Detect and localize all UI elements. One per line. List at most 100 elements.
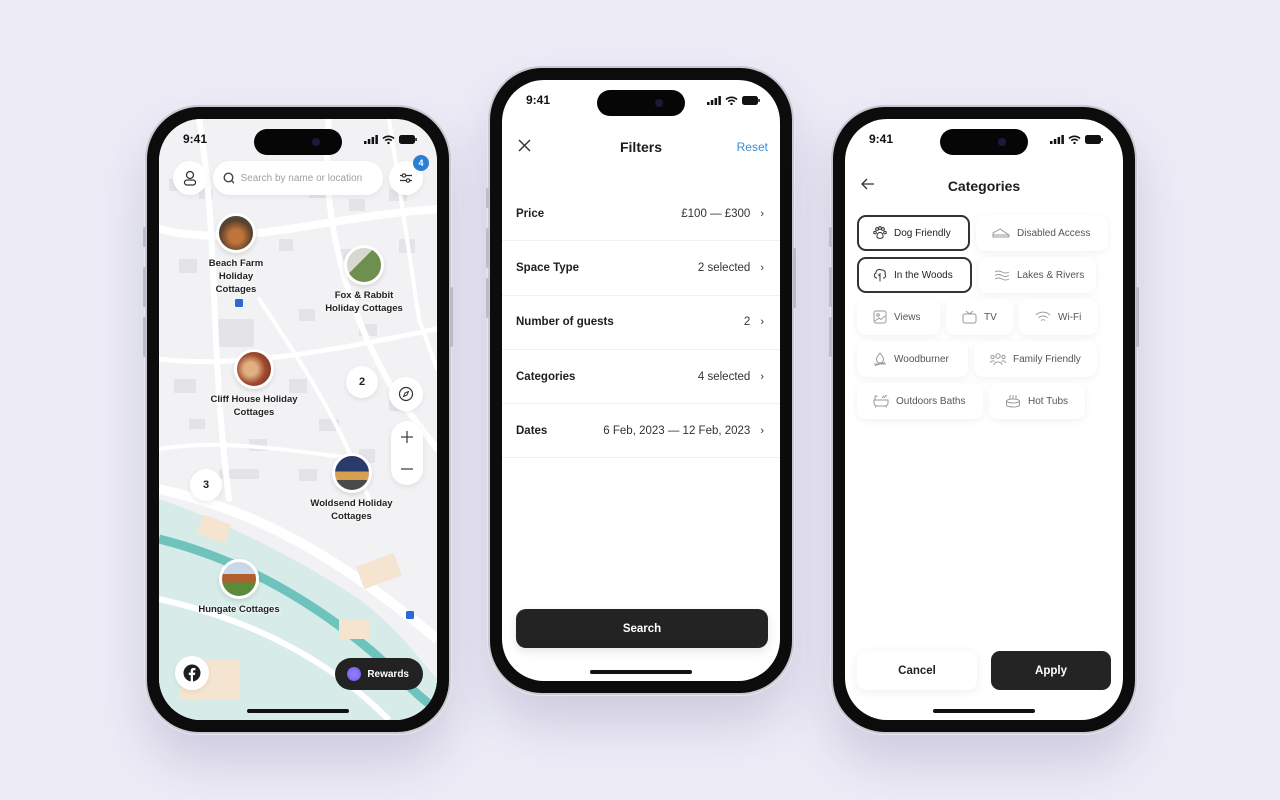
map-pin[interactable]: Hungate Cottages xyxy=(189,559,289,616)
chip-label: In the Woods xyxy=(894,269,953,281)
paw-icon xyxy=(873,226,887,239)
property-photo xyxy=(234,349,274,389)
chip-in-the-woods[interactable]: In the Woods xyxy=(857,257,972,293)
chip-views[interactable]: Views xyxy=(857,299,940,335)
cancel-button[interactable]: Cancel xyxy=(857,651,977,690)
phone-categories-screen: 9:41 Categories Dog Friendly Disabled Ac… xyxy=(829,107,1139,732)
filter-row-dates[interactable]: Dates 6 Feb, 2023 — 12 Feb, 2023 › xyxy=(502,404,780,459)
phone-map-screen: 9:41 4 Beach Farm Holiday Cottage xyxy=(143,107,453,732)
filter-label: Categories xyxy=(516,370,576,383)
phone-side-button xyxy=(829,267,832,307)
phone-side-button xyxy=(829,227,832,247)
reset-button[interactable]: Reset xyxy=(737,140,768,154)
chip-wifi[interactable]: Wi-Fi xyxy=(1019,299,1098,335)
chevron-right-icon: › xyxy=(760,316,764,329)
arrow-left-icon[interactable] xyxy=(861,178,875,190)
filter-value: 4 selected xyxy=(697,370,751,383)
pin-label: Fox & Rabbit Holiday Cottages xyxy=(325,290,403,314)
status-icons xyxy=(1050,134,1103,144)
filter-row-categories[interactable]: Categories 4 selected › xyxy=(502,350,780,405)
rewards-label: Rewards xyxy=(367,668,409,680)
search-input[interactable] xyxy=(240,172,373,184)
status-time: 9:41 xyxy=(526,93,551,107)
phone-side-button xyxy=(1136,287,1139,347)
phone-side-button xyxy=(793,248,796,308)
wifi-status-icon xyxy=(1068,135,1081,144)
chip-dog-friendly[interactable]: Dog Friendly xyxy=(857,215,970,251)
filter-row-space-type[interactable]: Space Type 2 selected › xyxy=(502,241,780,296)
battery-icon xyxy=(399,134,417,144)
filter-value: 2 xyxy=(743,316,751,329)
tree-icon xyxy=(873,268,887,282)
pin-label: Woldsend Holiday Cottages xyxy=(310,498,393,522)
property-photo xyxy=(331,453,372,493)
chevron-right-icon: › xyxy=(760,261,764,274)
chevron-right-icon: › xyxy=(760,424,764,437)
phone-side-button xyxy=(143,317,146,357)
chip-outdoors-baths[interactable]: Outdoors Baths xyxy=(857,383,983,419)
hot-tub-icon xyxy=(1006,395,1020,408)
status-time: 9:41 xyxy=(183,132,208,146)
chip-label: Lakes & Rivers xyxy=(1017,269,1085,281)
status-icons xyxy=(707,95,760,105)
rewards-button[interactable]: Rewards xyxy=(335,658,423,690)
map-pin[interactable]: Cliff House Holiday Cottages xyxy=(204,349,304,419)
waves-icon xyxy=(994,270,1010,281)
phone-side-button xyxy=(143,267,146,307)
plus-icon[interactable] xyxy=(400,430,414,444)
sliders-icon xyxy=(400,173,412,183)
chip-family-friendly[interactable]: Family Friendly xyxy=(974,341,1097,377)
compass-button[interactable] xyxy=(389,377,423,411)
profile-button[interactable] xyxy=(173,161,207,195)
map-top-bar: 4 xyxy=(173,155,429,195)
page-title: Categories xyxy=(947,178,1021,194)
chip-label: Views xyxy=(894,311,921,323)
compass-icon xyxy=(398,386,414,402)
chip-label: Family Friendly xyxy=(1013,353,1081,365)
signal-icon xyxy=(364,134,378,144)
zoom-control xyxy=(391,421,423,485)
filter-button[interactable]: 4 xyxy=(389,155,429,195)
map-pin[interactable]: Woldsend Holiday Cottages xyxy=(304,453,399,523)
filter-value: £100 — £300 xyxy=(681,207,751,220)
home-indicator[interactable] xyxy=(247,709,349,713)
home-indicator[interactable] xyxy=(590,670,692,674)
map-pin[interactable]: Beach Farm Holiday Cottages xyxy=(201,213,271,296)
chip-label: Outdoors Baths xyxy=(896,395,966,407)
chevron-right-icon: › xyxy=(760,370,764,383)
fire-icon xyxy=(874,352,886,366)
chip-label: Disabled Access xyxy=(1017,227,1091,239)
status-icons xyxy=(364,134,417,144)
chip-tv[interactable]: TV xyxy=(946,299,1013,335)
map-pin[interactable]: Fox & Rabbit Holiday Cottages xyxy=(319,245,409,315)
close-icon[interactable] xyxy=(518,139,531,152)
map-graphic xyxy=(159,119,437,720)
map-cluster[interactable]: 3 xyxy=(190,469,222,501)
map-view[interactable] xyxy=(159,119,437,720)
battery-icon xyxy=(1085,134,1103,144)
pin-label: Hungate Cottages xyxy=(198,604,280,615)
chip-woodburner[interactable]: Woodburner xyxy=(857,341,968,377)
battery-icon xyxy=(742,95,760,105)
filter-row-guests[interactable]: Number of guests 2 › xyxy=(502,296,780,350)
facebook-button[interactable] xyxy=(175,656,209,690)
chip-hot-tubs[interactable]: Hot Tubs xyxy=(989,383,1085,419)
filter-label: Dates xyxy=(516,424,548,437)
category-chips: Dog Friendly Disabled Access In the Wood… xyxy=(857,215,1113,425)
home-indicator[interactable] xyxy=(933,709,1035,713)
chip-disabled-access[interactable]: Disabled Access xyxy=(976,215,1108,251)
filters-header: Filters Reset xyxy=(502,130,780,164)
image-icon xyxy=(873,310,887,324)
search-bar[interactable] xyxy=(213,161,383,195)
minus-icon[interactable] xyxy=(400,462,414,476)
filter-row-price[interactable]: Price £100 — £300 › xyxy=(502,187,780,242)
pin-label: Cliff House Holiday Cottages xyxy=(210,394,298,418)
chevron-right-icon: › xyxy=(760,207,764,220)
phone-side-button xyxy=(486,228,489,268)
search-button[interactable]: Search xyxy=(516,609,768,648)
chip-lakes-rivers[interactable]: Lakes & Rivers xyxy=(978,257,1096,293)
apply-button[interactable]: Apply xyxy=(991,651,1111,690)
map-cluster[interactable]: 2 xyxy=(346,366,378,398)
phone-side-button xyxy=(486,188,489,208)
filter-label: Space Type xyxy=(516,261,580,274)
